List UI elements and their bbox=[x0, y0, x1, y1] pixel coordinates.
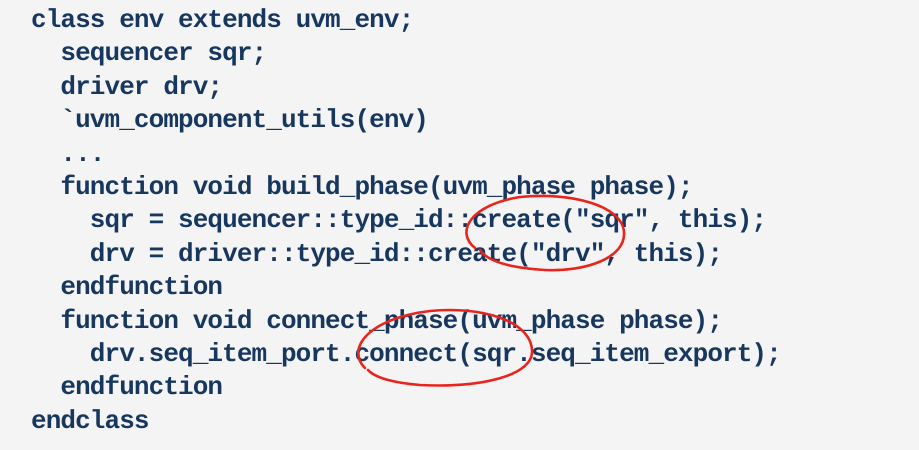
code-line: function void build_phase(uvm_phase phas… bbox=[31, 171, 693, 202]
code-line: function void connect_phase(uvm_phase ph… bbox=[31, 305, 723, 336]
code-line: endclass bbox=[31, 405, 150, 436]
code-line: `uvm_component_utils(env) bbox=[31, 105, 428, 136]
code-line: sequencer sqr; bbox=[31, 38, 267, 69]
code-line: class env extends uvm_env; bbox=[31, 5, 414, 35]
code-line: driver drv; bbox=[31, 71, 223, 102]
code-block: class env extends uvm_env; sequencer sqr… bbox=[31, 4, 782, 438]
code-line: ... bbox=[31, 138, 105, 169]
code-line: drv.seq_item_port.connect(sqr.seq_item_e… bbox=[31, 338, 782, 369]
code-line: drv = driver::type_id::create("drv", thi… bbox=[31, 238, 723, 269]
code-line: endfunction bbox=[31, 372, 223, 403]
slide: class env extends uvm_env; sequencer sqr… bbox=[0, 0, 919, 450]
code-line: endfunction bbox=[31, 272, 223, 303]
code-line: sqr = sequencer::type_id::create("sqr", … bbox=[31, 205, 767, 236]
